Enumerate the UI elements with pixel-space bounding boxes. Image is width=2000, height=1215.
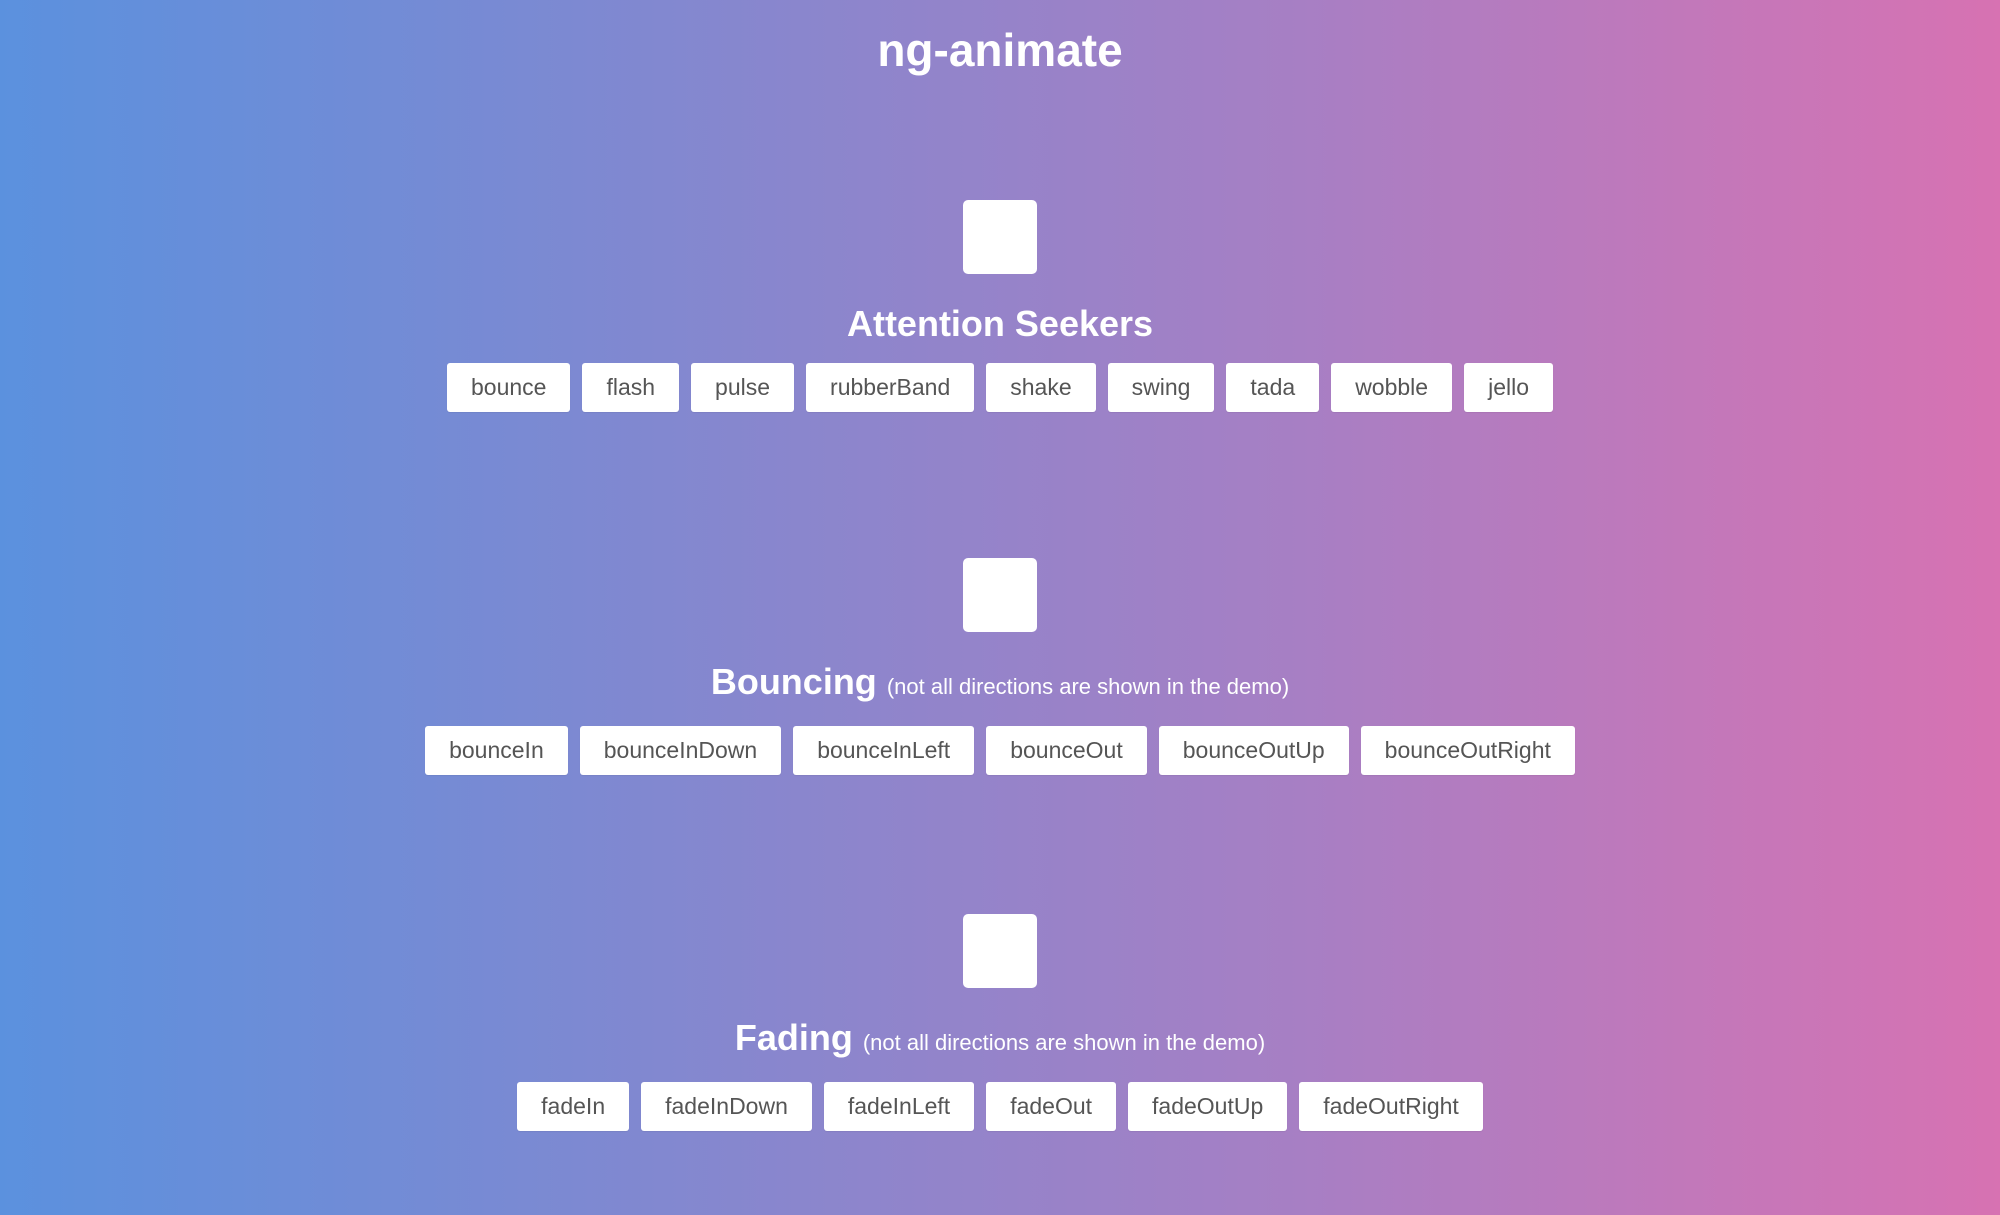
animation-button-jello[interactable]: jello	[1464, 363, 1553, 412]
animation-button-pulse[interactable]: pulse	[691, 363, 795, 412]
section-note: (not all directions are shown in the dem…	[886, 674, 1290, 699]
animation-demo-box	[963, 914, 1037, 988]
animation-button-shake[interactable]: shake	[986, 363, 1096, 412]
animation-button-fadeout[interactable]: fadeOut	[986, 1082, 1117, 1131]
section-heading-text: Fading	[734, 1017, 853, 1058]
section-heading: Attention Seekers	[0, 302, 2000, 346]
animation-button-fadeindown[interactable]: fadeInDown	[641, 1082, 812, 1131]
section-bouncing: Bouncing (not all directions are shown i…	[0, 558, 2000, 775]
animation-button-bounceinleft[interactable]: bounceInLeft	[793, 726, 975, 775]
section-heading-text: Attention Seekers	[846, 303, 1154, 344]
animation-button-bounceindown[interactable]: bounceInDown	[579, 726, 782, 775]
animation-button-bounce[interactable]: bounce	[446, 363, 571, 412]
animation-button-bounceout[interactable]: bounceOut	[986, 726, 1147, 775]
animation-button-row: bounce flash pulse rubberBand shake swin…	[0, 363, 2000, 412]
animation-button-wobble[interactable]: wobble	[1331, 363, 1453, 412]
section-attention-seekers: Attention Seekers bounce flash pulse rub…	[0, 200, 2000, 412]
animation-button-bouncein[interactable]: bounceIn	[425, 726, 568, 775]
animation-button-fadeinleft[interactable]: fadeInLeft	[823, 1082, 975, 1131]
animation-button-fadeoutright[interactable]: fadeOutRight	[1299, 1082, 1483, 1131]
page-title: ng-animate	[877, 24, 1123, 76]
section-heading: Fading (not all directions are shown in …	[0, 1016, 2000, 1065]
animation-button-row: fadeIn fadeInDown fadeInLeft fadeOut fad…	[0, 1082, 2000, 1131]
animation-button-bounceoutright[interactable]: bounceOutRight	[1360, 726, 1575, 775]
animation-button-fadein[interactable]: fadeIn	[517, 1082, 630, 1131]
animation-button-bounceoutup[interactable]: bounceOutUp	[1158, 726, 1349, 775]
section-note: (not all directions are shown in the dem…	[862, 1030, 1266, 1055]
animation-button-row: bounceIn bounceInDown bounceInLeft bounc…	[0, 726, 2000, 775]
animation-demo-box	[963, 200, 1037, 274]
animation-demo-box	[963, 558, 1037, 632]
section-fading: Fading (not all directions are shown in …	[0, 914, 2000, 1131]
animation-button-swing[interactable]: swing	[1107, 363, 1215, 412]
section-heading: Bouncing (not all directions are shown i…	[0, 660, 2000, 709]
animation-button-flash[interactable]: flash	[582, 363, 680, 412]
animation-button-fadeoutup[interactable]: fadeOutUp	[1128, 1082, 1288, 1131]
section-heading-text: Bouncing	[710, 661, 877, 702]
animation-button-rubberband[interactable]: rubberBand	[806, 363, 975, 412]
animation-button-tada[interactable]: tada	[1226, 363, 1320, 412]
